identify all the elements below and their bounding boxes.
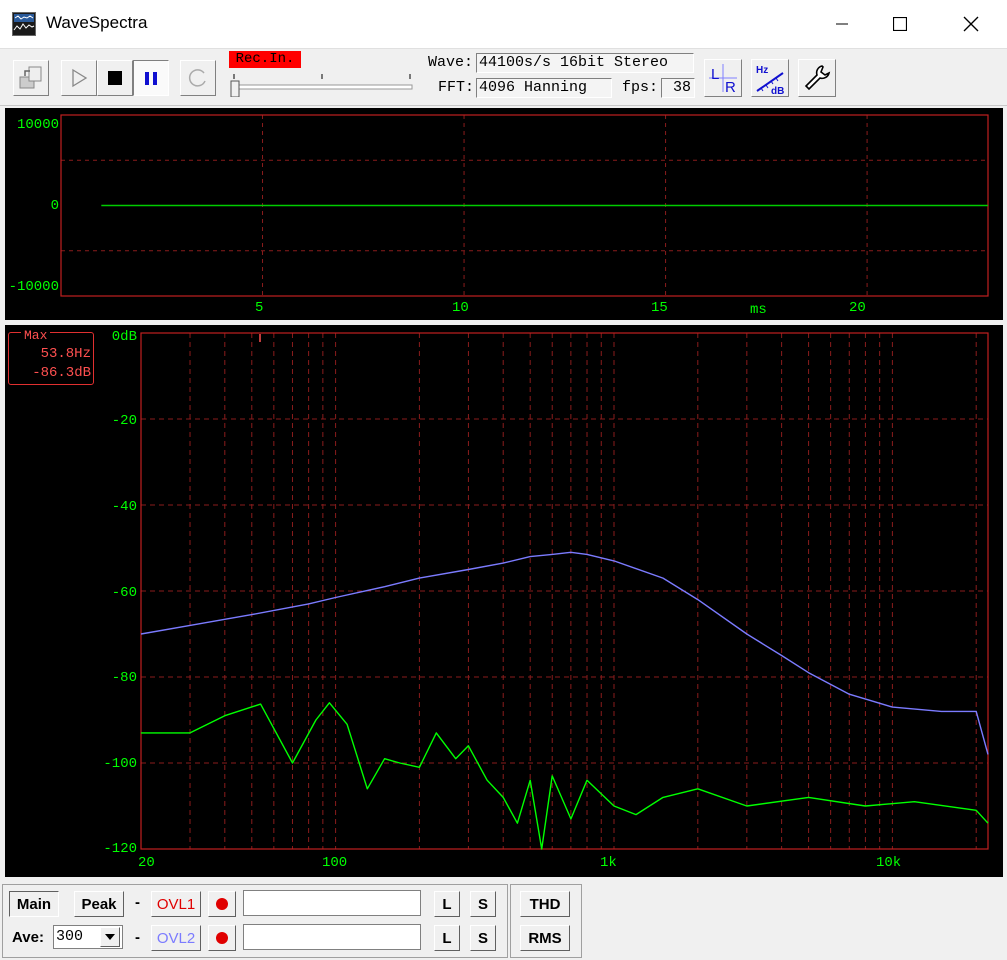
spec-x-tick: 100 <box>322 855 348 871</box>
ovl2-record-button[interactable] <box>208 925 236 951</box>
title-bar: WaveSpectra <box>0 0 1007 49</box>
spec-y-tick: -80 <box>111 670 137 686</box>
main-button[interactable]: Main <box>9 891 59 917</box>
spectrum-grid <box>141 333 988 849</box>
minimize-icon <box>836 23 848 25</box>
ovl2-save-button[interactable]: S <box>470 925 496 951</box>
ovl2-name-field[interactable] <box>243 924 421 950</box>
fps-label: fps: <box>622 79 659 96</box>
toolbar: Rec.In. Wave: 44100s/s 16bit Stereo FFT:… <box>0 49 1007 106</box>
rec-level-track <box>230 74 413 98</box>
average-select[interactable]: 300 <box>53 925 123 949</box>
dash-separator: - <box>135 929 140 946</box>
live-spectrum-line <box>141 702 989 850</box>
stop-button[interactable] <box>97 60 133 96</box>
maximize-button[interactable] <box>871 0 929 48</box>
spec-y-tick: -40 <box>111 499 137 515</box>
peak-button[interactable]: Peak <box>74 891 124 917</box>
average-dropdown-button[interactable] <box>100 927 120 947</box>
ovl1-button[interactable]: OVL1 <box>151 891 201 917</box>
spec-y-tick: -100 <box>103 756 137 772</box>
pause-icon <box>145 72 157 85</box>
spectrum-series <box>140 551 989 850</box>
spec-y-tick: -120 <box>103 841 137 857</box>
spec-x-tick: 10k <box>876 855 902 871</box>
fps-field: 38 <box>661 78 695 98</box>
wave-format-field: 44100s/s 16bit Stereo <box>476 53 694 73</box>
scale-hz-db-button[interactable]: Hz dB <box>751 59 789 97</box>
wave-x-tick: 5 <box>255 300 264 316</box>
loop-icon <box>188 69 206 87</box>
overlay-spectrum-line <box>140 551 989 755</box>
record-dot-icon <box>216 898 228 910</box>
wave-x-tick: 10 <box>452 300 469 316</box>
wrench-icon <box>804 65 831 91</box>
minimize-button[interactable] <box>813 0 871 48</box>
lr-channel-icon: L R <box>709 64 737 94</box>
ovl2-load-button[interactable]: L <box>434 925 460 951</box>
max-level: -86.3dB <box>32 365 91 381</box>
close-icon <box>963 16 979 32</box>
rms-button[interactable]: RMS <box>520 925 570 951</box>
wave-y-tick: -10000 <box>8 279 59 295</box>
ovl1-load-button[interactable]: L <box>434 891 460 917</box>
settings-button[interactable] <box>798 59 836 97</box>
thd-button[interactable]: THD <box>520 891 570 917</box>
stop-icon <box>108 71 122 85</box>
ovl1-save-button[interactable]: S <box>470 891 496 917</box>
max-title: Max <box>21 328 51 343</box>
waveform-panel: 10000 0 -10000 5 10 15 20 ms <box>5 108 1003 320</box>
average-value: 300 <box>56 928 84 945</box>
maximize-icon <box>893 17 907 31</box>
wave-x-unit: ms <box>750 302 767 318</box>
wave-y-tick: 0 <box>50 198 59 214</box>
hz-db-scale-icon: Hz dB <box>756 65 784 95</box>
wave-x-tick: 15 <box>651 300 668 316</box>
wave-label: Wave: <box>428 54 474 71</box>
open-file-button[interactable] <box>13 60 49 96</box>
ovl2-button[interactable]: OVL2 <box>151 925 201 951</box>
spec-y-tick: -60 <box>111 585 137 601</box>
open-file-icon <box>19 66 42 89</box>
fft-label: FFT: <box>438 79 475 96</box>
average-label: Ave: <box>12 929 44 946</box>
wave-y-tick: 10000 <box>16 117 59 133</box>
spec-x-tick: 20 <box>138 855 155 871</box>
ovl1-name-field[interactable] <box>243 890 421 916</box>
max-frequency: 53.8Hz <box>40 346 91 362</box>
loop-button[interactable] <box>180 60 216 96</box>
db-icon-text: dB <box>771 86 784 95</box>
record-dot-icon <box>216 932 228 944</box>
spectrum-chart[interactable] <box>5 325 1003 877</box>
wave-x-tick: 20 <box>849 300 866 316</box>
waveform-chart[interactable] <box>5 108 1003 320</box>
window-title: WaveSpectra <box>46 13 148 32</box>
play-button[interactable] <box>61 60 97 96</box>
fft-setting-field: 4096 Hanning <box>476 78 612 98</box>
lr-icon-r: R <box>725 79 736 94</box>
close-button[interactable] <box>942 0 1000 48</box>
spectrum-panel: Max 53.8Hz -86.3dB 0dB -20 -40 -60 -80 -… <box>5 325 1003 877</box>
spec-y-tick: -20 <box>111 413 137 429</box>
spec-y-tick: 0dB <box>111 329 137 345</box>
bottom-control-bar: Main Peak - OVL1 L S Ave: 300 - OVL2 L S… <box>0 880 1007 960</box>
chevron-down-icon <box>105 934 115 940</box>
dash-separator: - <box>135 894 140 911</box>
play-icon <box>72 68 88 88</box>
rec-level-slider[interactable] <box>230 69 414 98</box>
lr-icon-l: L <box>711 66 719 83</box>
pause-button[interactable] <box>133 60 169 96</box>
hz-icon-text: Hz <box>756 65 768 76</box>
spec-x-tick: 1k <box>600 855 617 871</box>
channel-lr-button[interactable]: L R <box>704 59 742 97</box>
rec-in-label: Rec.In. <box>229 51 301 68</box>
app-icon <box>12 12 36 36</box>
ovl1-record-button[interactable] <box>208 891 236 917</box>
